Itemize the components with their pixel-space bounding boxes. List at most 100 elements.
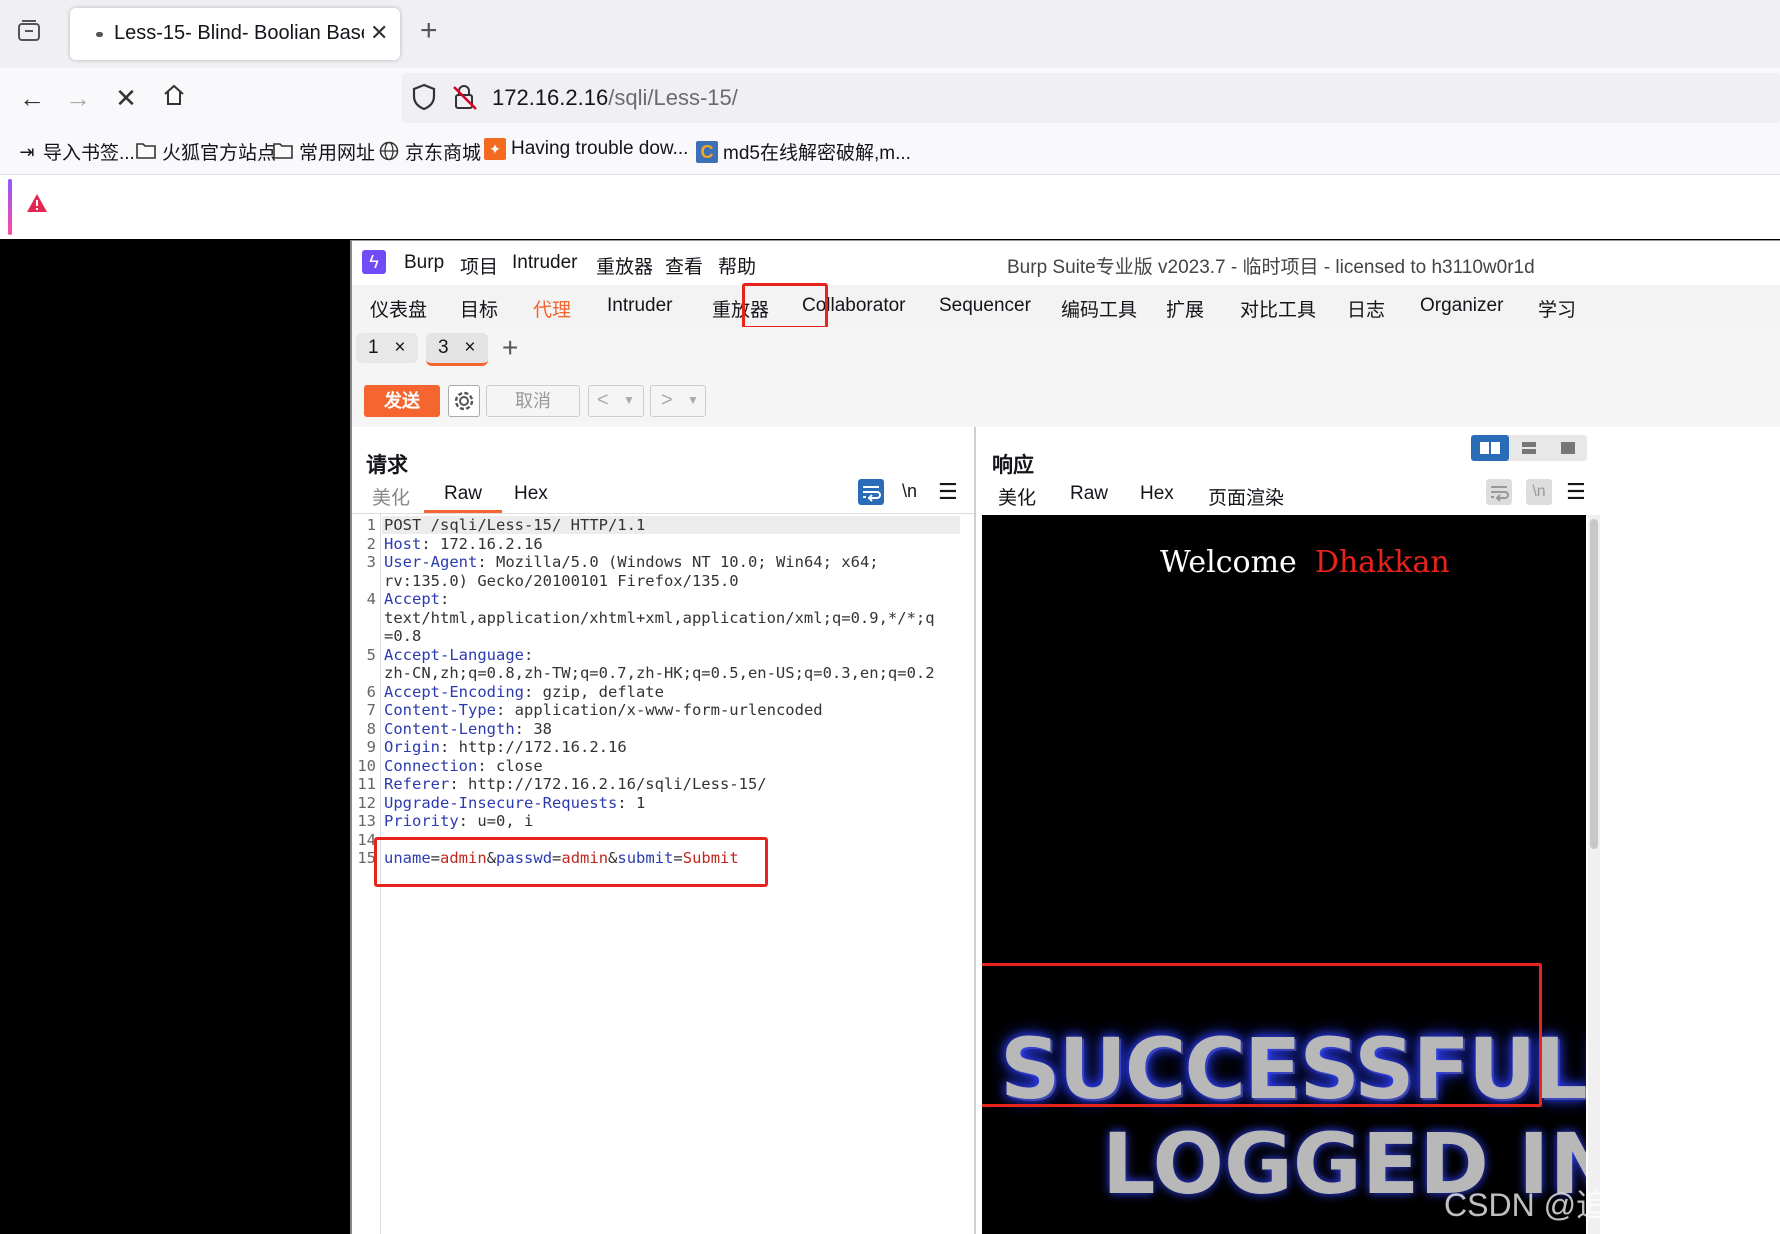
warning-icon (26, 193, 48, 218)
send-button[interactable]: 发送 (364, 385, 440, 417)
request-tab-raw[interactable]: Raw (423, 483, 503, 513)
header-value: close (486, 756, 543, 775)
header-colon: : (477, 756, 487, 775)
cancel-button[interactable]: 取消 (486, 385, 580, 417)
tab-comparer[interactable]: 对比工具 (1240, 295, 1316, 322)
word-wrap-icon[interactable] (1486, 479, 1512, 505)
bookmark-label: 京东商城 (405, 143, 482, 164)
layout-switcher (1471, 435, 1587, 461)
tab-intruder[interactable]: Intruder (607, 295, 672, 317)
md5-site-icon: C (696, 140, 718, 163)
url-text[interactable]: 172.16.2.16/sqli/Less-15/ (492, 85, 738, 111)
header-colon: : (449, 775, 459, 793)
browser-tab-active[interactable]: Less-15- Blind- Boolian Based ✕ (70, 8, 400, 60)
window-title: Burp Suite专业版 v2023.7 - 临时项目 - licensed … (1007, 257, 1535, 278)
rendered-page-view: WelcomeDhakkan SUCCESSFULLY LOGGED IN (982, 515, 1586, 1234)
menu-intruder[interactable]: Intruder (512, 252, 577, 274)
request-line: Priority: u=0, i (384, 812, 533, 831)
tab-logger[interactable]: 日志 (1347, 295, 1385, 322)
browser-tab-title: Less-15- Blind- Boolian Based (114, 22, 364, 44)
bookmark-common-sites[interactable]: 常用网址 (272, 138, 375, 165)
bookmark-md5[interactable]: Cmd5在线解密破解,m... (696, 138, 911, 165)
browser-nav-bar: ← → ✕ 172.16.2.16/sqli/Less-15/ (0, 68, 1780, 128)
menu-project[interactable]: 项目 (460, 252, 498, 279)
tab-organizer[interactable]: Organizer (1420, 295, 1503, 317)
request-line: Accept-Encoding: gzip, deflate (384, 683, 664, 702)
tab-learn[interactable]: 学习 (1538, 295, 1576, 322)
newline-toggle-icon[interactable]: \n (902, 481, 917, 502)
layout-split-icon[interactable] (1471, 435, 1509, 461)
menu-burp[interactable]: Burp (404, 252, 444, 274)
layout-stacked-icon[interactable] (1510, 435, 1548, 461)
layout-tabbed-icon[interactable] (1549, 435, 1587, 461)
repeater-tab-3[interactable]: 3 × (426, 333, 488, 366)
tab-list-icon[interactable] (14, 18, 44, 48)
line-number: 15 (357, 849, 376, 867)
close-tab-icon[interactable]: × (464, 337, 475, 358)
add-tab-icon[interactable]: + (502, 332, 518, 364)
menu-repeater[interactable]: 重放器 (596, 252, 653, 279)
scrollbar-thumb[interactable] (1590, 519, 1598, 849)
header-colon: : (440, 590, 450, 608)
response-tab-pretty[interactable]: 美化 (998, 483, 1036, 510)
request-line: Upgrade-Insecure-Requests: 1 (384, 794, 645, 813)
request-line: text/html,application/xhtml+xml,applicat… (384, 609, 935, 628)
tab-target[interactable]: 目标 (460, 295, 498, 322)
line-number: 5 (366, 645, 376, 664)
header-value: application/x-www-form-urlencoded (505, 701, 823, 719)
tab-dashboard[interactable]: 仪表盘 (370, 295, 427, 322)
menu-hamburger-icon[interactable]: ☰ (938, 479, 958, 505)
tab-sequencer[interactable]: Sequencer (939, 295, 1031, 317)
menu-hamburger-icon[interactable]: ☰ (1566, 479, 1586, 505)
bookmark-import[interactable]: ⇥ 导入书签... (16, 138, 134, 165)
tab-decoder[interactable]: 编码工具 (1061, 295, 1137, 322)
header-name: Content-Length (384, 719, 515, 738)
settings-gear-icon[interactable] (448, 385, 480, 417)
menu-view[interactable]: 查看 (665, 252, 703, 279)
word-wrap-icon[interactable] (858, 479, 884, 505)
notification-bar (0, 174, 1780, 239)
back-icon[interactable]: ← (14, 80, 50, 116)
import-icon: ⇥ (19, 141, 35, 162)
bookmark-label: 火狐官方站点 (162, 143, 277, 164)
close-tab-icon[interactable]: ✕ (370, 20, 388, 46)
insecure-lock-icon[interactable] (452, 83, 478, 116)
bookmark-jd[interactable]: 京东商城 (378, 138, 481, 165)
bookmark-having-trouble[interactable]: ✦ Having trouble dow... (484, 138, 688, 160)
history-forward-button[interactable]: > ▼ (650, 385, 706, 417)
close-tab-icon[interactable]: × (394, 337, 405, 358)
request-line: POST /sqli/Less-15/ HTTP/1.1 (384, 516, 645, 535)
request-line: Connection: close (384, 757, 543, 776)
newline-toggle-icon[interactable]: \n (1526, 479, 1552, 505)
response-tab-raw[interactable]: Raw (1070, 483, 1108, 505)
request-line: rv:135.0) Gecko/20100101 Firefox/135.0 (384, 572, 739, 591)
response-tab-render[interactable]: 页面渲染 (1187, 483, 1305, 518)
shield-icon[interactable] (412, 83, 436, 116)
menu-help[interactable]: 帮助 (718, 252, 756, 279)
request-editor[interactable]: 1 POST /sqli/Less-15/ HTTP/1.1 2 Host: 172.… (352, 513, 974, 1234)
header-name: Upgrade-Insecure-Requests (384, 793, 618, 812)
history-back-button[interactable]: < ▼ (588, 385, 644, 417)
tab-proxy[interactable]: 代理 (533, 295, 571, 322)
bookmark-firefox-site[interactable]: 火狐官方站点 (135, 138, 276, 165)
header-colon: : (421, 534, 431, 553)
response-tab-hex[interactable]: Hex (1140, 483, 1174, 505)
tab-extensions[interactable]: 扩展 (1166, 295, 1204, 322)
url-bar[interactable]: 172.16.2.16/sqli/Less-15/ (402, 73, 1780, 123)
stop-icon[interactable]: ✕ (108, 80, 144, 116)
folder-icon (272, 141, 294, 163)
bookmark-label: 常用网址 (299, 143, 376, 164)
request-tab-pretty[interactable]: 美化 (372, 483, 410, 510)
bookmark-label: md5在线解密破解,m... (723, 143, 911, 164)
response-scrollbar[interactable] (1588, 515, 1600, 1234)
repeater-tab-1[interactable]: 1 × (356, 333, 418, 363)
request-tab-hex[interactable]: Hex (514, 483, 548, 505)
home-icon[interactable] (156, 80, 192, 116)
new-tab-icon[interactable]: + (420, 14, 438, 48)
repeater-toolbar: 发送 取消 < ▼ > ▼ (352, 371, 1780, 428)
line-number: 1 (366, 516, 376, 534)
welcome-user: Dhakkan (1314, 545, 1450, 580)
request-line: Accept-Language: (384, 646, 533, 665)
forward-icon[interactable]: → (60, 80, 96, 116)
header-name: Priority (384, 812, 459, 830)
